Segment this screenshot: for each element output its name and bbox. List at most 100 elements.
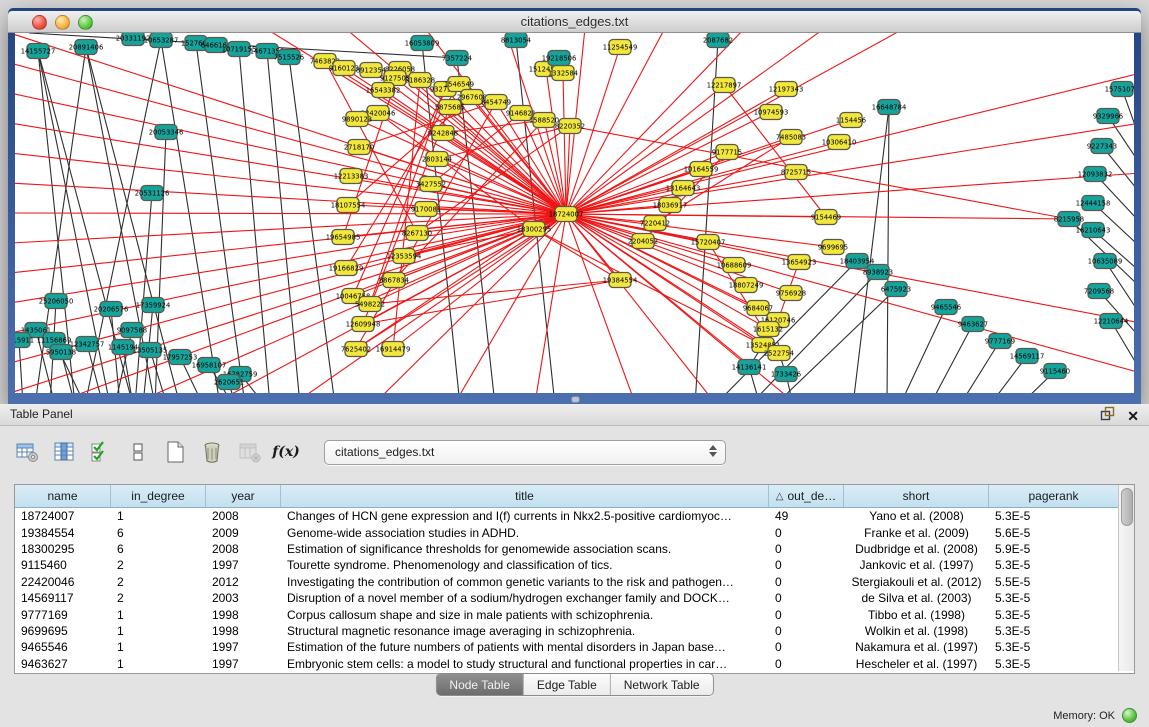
table-row[interactable]: 946362711997Embryonic stem cells: a mode… bbox=[15, 656, 1119, 672]
table-cell: Stergiakouli et al. (2012) bbox=[844, 575, 989, 589]
panel-title: Table Panel bbox=[10, 407, 73, 421]
tab-network-table[interactable]: Network Table bbox=[611, 674, 713, 695]
graph-edge[interactable] bbox=[239, 49, 270, 393]
graph-edge[interactable] bbox=[566, 126, 570, 214]
column-select-icon[interactable] bbox=[51, 439, 77, 465]
graph-node-label: 9242848 bbox=[428, 129, 458, 137]
table-cell: 2012 bbox=[206, 575, 281, 589]
table-row[interactable]: 1456911722003Disruption of a novel membe… bbox=[15, 590, 1119, 606]
graph-node-label: 14569117 bbox=[1010, 352, 1045, 360]
table-scrollbar-thumb[interactable] bbox=[1121, 488, 1133, 526]
graph-node-label: 9699695 bbox=[818, 243, 848, 251]
window-titlebar[interactable]: citations_edges.txt bbox=[8, 11, 1141, 33]
table-cell: Hescheler et al. (1997) bbox=[844, 657, 989, 671]
graph-node-label: 9465546 bbox=[931, 303, 961, 311]
graph-edge[interactable] bbox=[930, 324, 973, 393]
table-row[interactable]: 1830029562008Estimation of significance … bbox=[15, 541, 1119, 557]
table-row[interactable]: 946554611997Estimation of the future num… bbox=[15, 639, 1119, 655]
graph-edge[interactable] bbox=[161, 40, 220, 393]
graph-edge[interactable] bbox=[455, 214, 566, 393]
graph-node-label: 2803144 bbox=[422, 155, 452, 163]
table-row[interactable]: 1938455462009Genome-wide association stu… bbox=[15, 524, 1119, 540]
tab-edge-table[interactable]: Edge Table bbox=[524, 674, 611, 695]
function-fx-icon[interactable]: f(x) bbox=[273, 439, 299, 465]
column-header-title[interactable]: title bbox=[281, 485, 769, 507]
graph-node-label: 1332584 bbox=[548, 69, 578, 77]
graph-node-label: 5875685 bbox=[435, 103, 465, 111]
graph-edge[interactable] bbox=[15, 213, 566, 214]
network-canvas[interactable]: 1872400718300295746382291601238912354822… bbox=[15, 33, 1134, 393]
graph-edge[interactable] bbox=[570, 126, 1069, 219]
graph-edge[interactable] bbox=[887, 107, 889, 393]
graph-node-label: 12353594 bbox=[387, 252, 422, 260]
graph-node-label: 19654985 bbox=[326, 233, 361, 241]
column-header-out_de[interactable]: △out_de… bbox=[769, 485, 844, 507]
column-header-name[interactable]: name bbox=[15, 485, 111, 507]
graph-node-label: 9890123 bbox=[342, 115, 372, 123]
table-settings-icon[interactable] bbox=[14, 439, 40, 465]
graph-edge[interactable] bbox=[135, 193, 152, 393]
column-header-pagerank[interactable]: pagerank bbox=[989, 485, 1119, 507]
column-header-short[interactable]: short bbox=[844, 485, 989, 507]
resize-grip[interactable] bbox=[572, 397, 579, 402]
table-cell: 0 bbox=[769, 526, 844, 540]
graph-node-label: 9777169 bbox=[985, 337, 1015, 345]
graph-node-label: 3915911 bbox=[15, 336, 34, 344]
table-cell: Embryonic stem cells: a model to study s… bbox=[281, 657, 769, 671]
graph-node-label: 13164643 bbox=[666, 184, 701, 192]
status-bar: Memory: OK bbox=[1053, 708, 1137, 723]
graph-edge[interactable] bbox=[900, 307, 946, 393]
graph-node-label: 11254549 bbox=[603, 43, 638, 51]
table-cell: de Silva et al. (2003) bbox=[844, 591, 989, 605]
graph-node-label: 10974593 bbox=[754, 108, 789, 116]
graph-edge[interactable] bbox=[15, 123, 566, 214]
graph-edge[interactable] bbox=[15, 214, 566, 243]
graph-node-label: 8215958 bbox=[1054, 215, 1084, 223]
table-cell: 9463627 bbox=[15, 657, 111, 671]
graph-node-label: 15751074 bbox=[1105, 85, 1134, 93]
table-cell: Investigating the contribution of common… bbox=[281, 575, 769, 589]
table-cell: 0 bbox=[769, 657, 844, 671]
table-row[interactable]: 911546021997Tourette syndrome. Phenomeno… bbox=[15, 557, 1119, 573]
delete-trash-icon[interactable] bbox=[199, 439, 225, 465]
table-cell: 1998 bbox=[206, 624, 281, 638]
graph-edge[interactable] bbox=[853, 107, 889, 393]
graph-node-label: 20206576 bbox=[94, 305, 129, 313]
column-header-in_degree[interactable]: in_degree bbox=[111, 485, 206, 507]
table-cell: 14569117 bbox=[15, 591, 111, 605]
table-row[interactable]: 977716911998Corpus callosum shape and si… bbox=[15, 606, 1119, 622]
table-row[interactable]: 2242004622012Investigating the contribut… bbox=[15, 574, 1119, 590]
graph-edge[interactable] bbox=[400, 69, 566, 214]
rows-icon[interactable] bbox=[125, 439, 151, 465]
import-table-disabled-icon bbox=[236, 439, 262, 465]
table-cell: 0 bbox=[769, 558, 844, 572]
table-cell: Jankovic et al. (1997) bbox=[844, 558, 989, 572]
memory-status-icon[interactable] bbox=[1122, 708, 1137, 723]
table-panel: Table Panel ✕ f(x) citations_edges.txt na… bbox=[0, 404, 1149, 727]
graph-node-label: 7515526 bbox=[274, 53, 304, 61]
table-row[interactable]: 1872400712008Changes of HCN gene express… bbox=[15, 508, 1119, 524]
graph-edge[interactable] bbox=[566, 214, 635, 393]
select-all-check-icon[interactable] bbox=[88, 439, 114, 465]
table-cell: 1997 bbox=[206, 640, 281, 654]
graph-node-label: 18300295 bbox=[517, 225, 552, 233]
table-cell: 0 bbox=[769, 608, 844, 622]
new-file-icon[interactable] bbox=[162, 439, 188, 465]
graph-edge[interactable] bbox=[566, 33, 745, 214]
table-selector-dropdown[interactable]: citations_edges.txt bbox=[324, 440, 726, 465]
table-cell: 1997 bbox=[206, 657, 281, 671]
graph-edge[interactable] bbox=[534, 229, 620, 280]
table-cell: 1 bbox=[111, 657, 206, 671]
float-panel-icon[interactable] bbox=[1100, 406, 1115, 426]
table-cell: Franke et al. (2009) bbox=[844, 526, 989, 540]
close-panel-icon[interactable]: ✕ bbox=[1127, 408, 1139, 424]
table-scrollbar[interactable] bbox=[1118, 485, 1134, 671]
table-cell: 0 bbox=[769, 542, 844, 556]
graph-node-label: 16958107 bbox=[192, 361, 227, 369]
table-cell: 0 bbox=[769, 575, 844, 589]
column-header-year[interactable]: year bbox=[206, 485, 281, 507]
graph-node-label: 1546549 bbox=[444, 80, 474, 88]
table-row[interactable]: 969969511998Structural magnetic resonanc… bbox=[15, 623, 1119, 639]
table-cell: 1 bbox=[111, 608, 206, 622]
tab-node-table[interactable]: Node Table bbox=[436, 674, 524, 695]
